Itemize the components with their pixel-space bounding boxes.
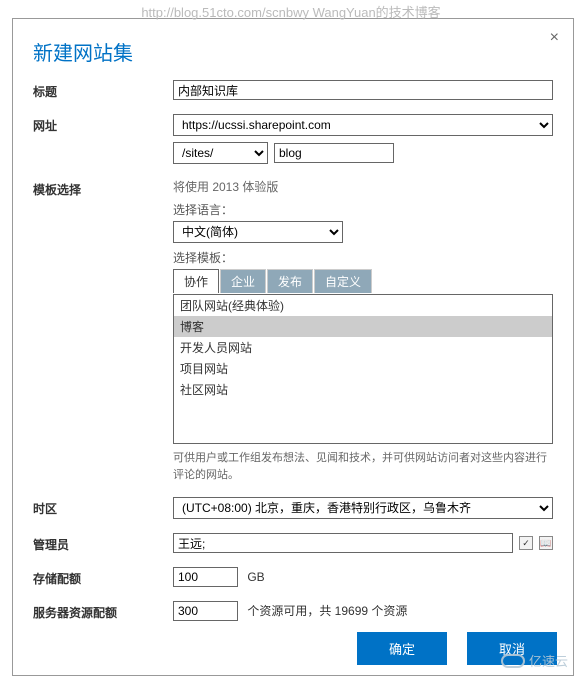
path-select[interactable]: /sites/ [173,142,268,164]
select-template-label: 选择模板： [173,249,553,266]
site-path-input[interactable] [274,143,394,163]
timezone-select[interactable]: (UTC+08:00) 北京，重庆，香港特别行政区，乌鲁木齐 [173,497,553,519]
admin-input[interactable] [173,533,513,553]
template-description: 可供用户或工作组发布想法、见闻和技术，并可供网站访问者对这些内容进行评论的网站。 [173,450,553,483]
close-icon[interactable]: × [550,29,559,47]
timezone-label: 时区 [33,497,173,517]
tab-custom[interactable]: 自定义 [314,269,372,293]
language-select[interactable]: 中文(简体) [173,221,343,243]
admin-label: 管理员 [33,533,173,553]
form-scroll-area[interactable]: 标题 网址 https://ucssi.sharepoint.com /site… [13,80,573,621]
language-label: 选择语言： [173,201,553,218]
new-site-collection-dialog: × 新建网站集 标题 网址 https://ucssi.sharepoint.c… [12,18,574,676]
list-item[interactable]: 开发人员网站 [174,337,552,358]
dialog-title: 新建网站集 [13,19,573,80]
cloud-icon [501,654,525,668]
list-item[interactable]: 团队网站(经典体验) [174,295,552,316]
list-item[interactable]: 博客 [174,316,552,337]
brand-text: 亿速云 [529,651,568,670]
people-picker-icon[interactable]: 📖 [539,536,553,550]
list-item[interactable]: 社区网站 [174,379,552,400]
ok-button[interactable]: 确定 [357,632,447,665]
server-resource-hint: 个资源可用，共 19699 个资源 [247,604,407,618]
tab-publish[interactable]: 发布 [267,269,313,293]
tab-collaboration[interactable]: 协作 [173,269,219,293]
template-list[interactable]: 团队网站(经典体验) 博客 开发人员网站 项目网站 社区网站 [173,294,553,444]
experience-hint: 将使用 2013 体验版 [173,178,553,195]
storage-input[interactable] [173,567,238,587]
server-resource-input[interactable] [173,601,238,621]
template-tabs: 协作 企业 发布 自定义 [173,269,553,294]
check-name-icon[interactable]: ✓ [519,536,533,550]
source-watermark: http://blog.51cto.com/scnbwy WangYuan的技术… [0,2,582,21]
dialog-footer: 确定 取消 [13,621,573,675]
title-input[interactable] [173,80,553,100]
title-label: 标题 [33,80,173,100]
tab-enterprise[interactable]: 企业 [220,269,266,293]
brand-watermark: 亿速云 [501,651,568,670]
url-label: 网址 [33,114,173,134]
list-item[interactable]: 项目网站 [174,358,552,379]
domain-select[interactable]: https://ucssi.sharepoint.com [173,114,553,136]
storage-label: 存储配额 [33,567,173,587]
server-resource-label: 服务器资源配额 [33,601,173,621]
template-label: 模板选择 [33,178,173,198]
storage-unit: GB [247,570,264,584]
